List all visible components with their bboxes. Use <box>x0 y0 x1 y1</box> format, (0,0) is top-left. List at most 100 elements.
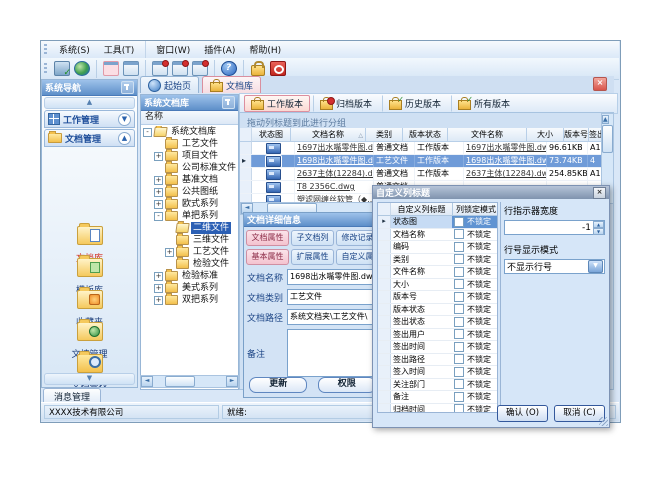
column-title-cell[interactable]: 签出用户 <box>391 329 452 341</box>
column-title-cell[interactable]: 版本状态 <box>391 304 452 316</box>
tree-node[interactable]: + 检验标准 <box>141 270 238 282</box>
tree-column-header[interactable]: 名称 <box>141 111 238 125</box>
file-name-link[interactable]: 2637主体(12284).dwg <box>464 168 547 180</box>
detail-subtab[interactable]: 基本属性 <box>246 249 289 265</box>
detail-action-button[interactable]: 更新 <box>249 377 307 393</box>
scroll-right-icon[interactable]: ► <box>226 376 238 387</box>
scroll-left-icon[interactable]: ◄ <box>141 376 153 387</box>
chevron-down-icon[interactable]: ▼ <box>588 260 603 273</box>
column-title-cell[interactable]: 签出路径 <box>391 354 452 366</box>
lock-mode-cell[interactable]: 不锁定 <box>452 316 498 328</box>
checkbox-unchecked[interactable] <box>454 267 464 277</box>
file-name-link[interactable]: 1697出水嘴零件图.dwg <box>464 142 547 154</box>
lock-mode-cell[interactable]: 不锁定 <box>452 329 498 341</box>
row-indicator-width-spinner[interactable]: -1 ▲ ▼ <box>504 220 605 235</box>
dialog-grid-row[interactable]: 编码 不锁定 <box>378 241 497 254</box>
column-header[interactable]: 状态图 <box>252 128 291 142</box>
menu-item[interactable]: 帮助(H) <box>242 41 288 58</box>
dialog-action-button[interactable]: 确认 (O) <box>497 405 548 422</box>
checkbox-unchecked[interactable] <box>454 379 464 389</box>
checkbox-unchecked[interactable] <box>454 304 464 314</box>
dialog-grid-row[interactable]: 签出用户 不锁定 <box>378 329 497 342</box>
exit-icon[interactable] <box>268 60 288 78</box>
checkbox-unchecked[interactable] <box>454 229 464 239</box>
document-category-field[interactable]: 工艺文件 <box>287 289 378 305</box>
document-tab[interactable]: 起始页 <box>140 76 199 93</box>
column-title-cell[interactable]: 状态图 <box>391 216 452 228</box>
lock-mode-cell[interactable]: 不锁定 <box>452 241 498 253</box>
lock-mode-cell[interactable]: 不锁定 <box>452 341 498 353</box>
lock-mode-cell[interactable]: 不锁定 <box>452 379 498 391</box>
file-name-link[interactable]: 1698出水嘴零件图.dwg <box>464 155 547 167</box>
detail-subtab[interactable]: 扩展属性 <box>291 249 334 265</box>
version-filter-button[interactable]: 工作版本 <box>244 95 310 112</box>
tree-node[interactable]: + 项目文件 <box>141 150 238 162</box>
column-title-cell[interactable]: 类别 <box>391 254 452 266</box>
detail-tab[interactable]: 子文档列表 <box>291 230 334 246</box>
nav-group-header[interactable]: 文档管理 ▲ <box>44 129 135 147</box>
note-field[interactable] <box>287 329 378 377</box>
tree-expander[interactable]: + <box>154 296 163 305</box>
column-header[interactable]: 版本状态 <box>403 128 448 142</box>
dialog-grid-row[interactable]: 签出时间 不锁定 <box>378 341 497 354</box>
document-name-field[interactable]: 1698出水嘴零件图.dwg <box>287 269 378 285</box>
row-number-mode-select[interactable]: 不显示行号 ▼ <box>504 259 605 274</box>
column-title-cell[interactable]: 关注部门 <box>391 379 452 391</box>
table-row[interactable]: 2637主体(12284).dwg 普通文档 工作版本 2637主体(12284… <box>240 168 601 181</box>
tree-node[interactable]: 二维文件 <box>141 222 238 234</box>
table-row[interactable]: 1697出水嘴零件图.dwg 普通文档 工作版本 1697出水嘴零件图.dwg … <box>240 142 601 155</box>
tree-expander[interactable]: + <box>154 188 163 197</box>
tree-node[interactable]: 三维文件 <box>141 234 238 246</box>
tree-expander[interactable]: + <box>154 176 163 185</box>
scrollbar-thumb[interactable] <box>165 376 195 387</box>
tree-expander[interactable]: + <box>154 272 163 281</box>
close-icon[interactable]: × <box>593 187 606 199</box>
column-header[interactable]: 大小 <box>527 128 564 142</box>
column-header[interactable]: 签出状态 <box>589 128 601 142</box>
tree-node[interactable]: + 美式系列 <box>141 282 238 294</box>
dialog-grid-row[interactable]: 备注 不锁定 <box>378 391 497 404</box>
column-title-cell[interactable]: 版本号 <box>391 291 452 303</box>
spin-up-icon[interactable]: ▲ <box>593 221 604 228</box>
toolbar-grip[interactable] <box>44 63 47 74</box>
scroll-up-icon[interactable]: ▲ <box>602 115 609 124</box>
dialog-grid-row[interactable]: 签出路径 不锁定 <box>378 354 497 367</box>
tree-node[interactable]: + 工艺文件 <box>141 246 238 258</box>
lock-mode-cell[interactable]: 不锁定 <box>452 229 498 241</box>
document-tab[interactable]: 文档库 <box>202 76 261 93</box>
document-name-link[interactable]: 1698出水嘴零件图.dwg <box>295 155 374 167</box>
globe-icon[interactable] <box>72 60 92 78</box>
version-filter-button[interactable]: 归档版本 <box>313 95 379 112</box>
tree-node[interactable]: 检验文件 <box>141 258 238 270</box>
tree-expander[interactable]: + <box>154 200 163 209</box>
dialog-grid-row[interactable]: 归档时间 不锁定 <box>378 404 497 414</box>
document-name-link[interactable]: T8 2356C.dwg <box>295 181 374 193</box>
column-title-cell[interactable]: 文件名称 <box>391 266 452 278</box>
tree-node[interactable]: + 基准文档 <box>141 174 238 186</box>
column-header[interactable]: 版本号 <box>564 128 589 142</box>
tree-node[interactable]: + 欧式系列 <box>141 198 238 210</box>
dialog-action-button[interactable]: 取消 (C) <box>554 405 605 422</box>
menubar-grip[interactable] <box>44 44 47 55</box>
dialog-grid-row[interactable]: 大小 不锁定 <box>378 279 497 292</box>
column-header-sorted[interactable]: 文档名称 <box>291 128 366 142</box>
checkbox-unchecked[interactable] <box>454 217 464 227</box>
dialog-grid-row[interactable]: 签入时间 不锁定 <box>378 366 497 379</box>
version-filter-button[interactable]: 所有版本 <box>451 95 517 112</box>
column-title-cell[interactable]: 归档时间 <box>391 404 452 414</box>
column-header[interactable]: 列锁定模式 <box>453 203 498 216</box>
tree-expander[interactable]: + <box>154 284 163 293</box>
menu-item[interactable]: 工具(T) <box>97 41 142 58</box>
close-tab-button[interactable]: × <box>593 77 607 91</box>
lock-mode-cell[interactable]: 不锁定 <box>452 291 498 303</box>
spinner-value[interactable]: -1 <box>505 223 593 233</box>
lock-mode-cell[interactable]: 不锁定 <box>452 266 498 278</box>
checkbox-unchecked[interactable] <box>454 254 464 264</box>
column-title-cell[interactable]: 签出时间 <box>391 341 452 353</box>
message-manager-tab[interactable]: 消息管理 <box>43 388 101 403</box>
tree-node[interactable]: 公司标准文件 <box>141 162 238 174</box>
document-name-link[interactable]: 2637主体(12284).dwg <box>295 168 374 180</box>
pin-icon[interactable] <box>222 96 235 109</box>
lock-mode-cell[interactable]: 不锁定 <box>452 279 498 291</box>
checkbox-unchecked[interactable] <box>454 367 464 377</box>
